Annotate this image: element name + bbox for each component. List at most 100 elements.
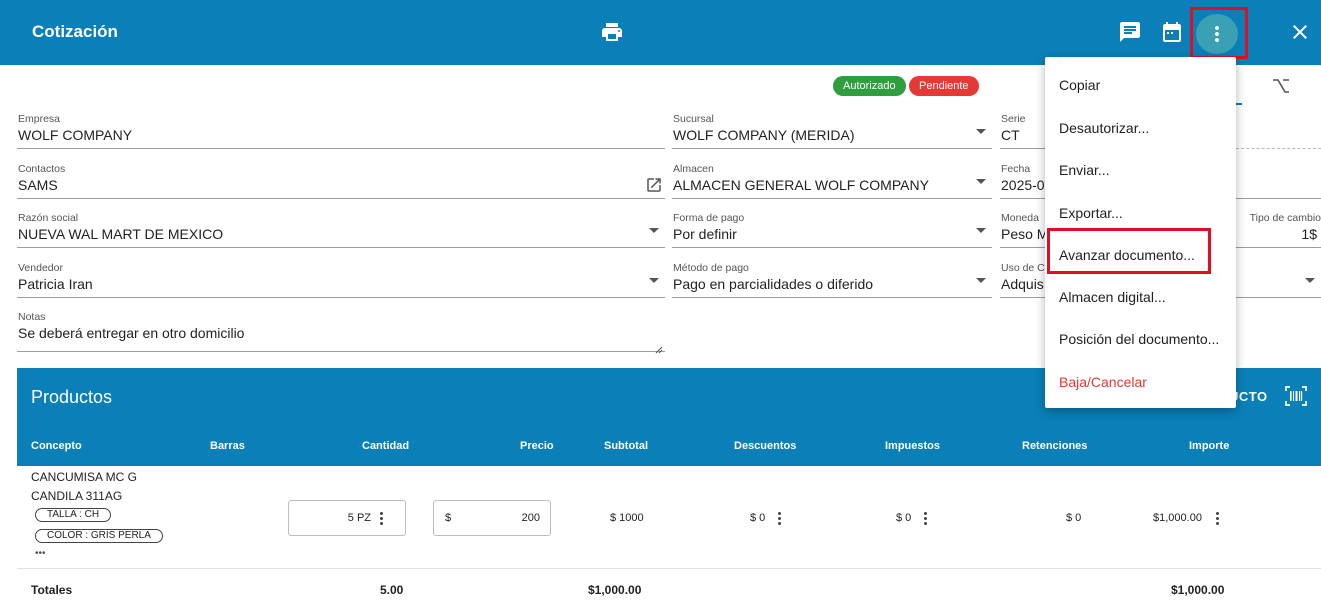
sucursal-label: Sucursal bbox=[673, 113, 714, 125]
totals-label: Totales bbox=[31, 583, 73, 597]
contactos-value: SAMS bbox=[18, 177, 58, 193]
menu-item-almacen-digital[interactable]: Almacen digital... bbox=[1059, 289, 1166, 305]
almacen-label: Almacen bbox=[673, 163, 714, 175]
tipo-cambio-field[interactable]: Tipo de cambio 1$ bbox=[1236, 212, 1321, 248]
almacen-select[interactable]: Almacen ALMACEN GENERAL WOLF COMPANY bbox=[672, 163, 992, 199]
col-barras[interactable]: Barras bbox=[210, 440, 245, 452]
metodo-pago-label: Método de pago bbox=[673, 262, 749, 274]
metodo-pago-select[interactable]: Método de pago Pago en parcialidades o d… bbox=[672, 262, 992, 298]
tipo-cambio-label: Tipo de cambio bbox=[1249, 212, 1321, 224]
menu-item-copiar[interactable]: Copiar bbox=[1059, 77, 1100, 93]
vendedor-label: Vendedor bbox=[18, 262, 63, 274]
attribute-chip-talla: TALLA : CH bbox=[35, 508, 112, 522]
almacen-value: ALMACEN GENERAL WOLF COMPANY bbox=[673, 177, 929, 193]
page-title: Cotización bbox=[32, 22, 118, 41]
fecha-field[interactable]: Fecha 2025-0 bbox=[1000, 163, 1045, 199]
moneda-select[interactable]: Moneda Peso M bbox=[1000, 212, 1049, 248]
razon-social-select[interactable]: Razón social NUEVA WAL MART DE MEXICO bbox=[17, 212, 665, 248]
menu-item-desautorizar[interactable]: Desautorizar... bbox=[1059, 120, 1149, 136]
serie-field[interactable]: Serie CT bbox=[1000, 113, 1045, 149]
impuestos-more-icon[interactable] bbox=[924, 512, 928, 526]
tab-indicator bbox=[1236, 103, 1242, 105]
chevron-down-icon bbox=[976, 278, 986, 283]
col-impuestos[interactable]: Impuestos bbox=[885, 440, 940, 452]
notas-value: Se deberá entregar en otro domicilio bbox=[18, 325, 245, 341]
quantity-input[interactable]: 5 PZ bbox=[288, 500, 406, 536]
forma-pago-label: Forma de pago bbox=[673, 212, 745, 224]
fecha-extension bbox=[1236, 163, 1321, 199]
totals-importe: $1,000.00 bbox=[1171, 583, 1225, 597]
menu-item-enviar[interactable]: Enviar... bbox=[1059, 162, 1110, 178]
col-descuentos[interactable]: Descuentos bbox=[734, 440, 796, 452]
contactos-field[interactable]: Contactos SAMS bbox=[17, 163, 665, 199]
open-external-icon[interactable] bbox=[645, 176, 663, 194]
retenciones-value: $ 0 bbox=[1066, 512, 1082, 524]
price-value: 200 bbox=[521, 512, 540, 524]
uso-cfdi-value: Adquis bbox=[1001, 276, 1044, 292]
more-vert-icon[interactable] bbox=[380, 512, 384, 526]
col-cantidad[interactable]: Cantidad bbox=[362, 440, 409, 452]
more-options-button[interactable] bbox=[1196, 14, 1238, 54]
totals-subtotal: $1,000.00 bbox=[588, 583, 642, 597]
uso-cfdi-label: Uso de Cl bbox=[1001, 262, 1048, 274]
more-attributes-icon[interactable]: ••• bbox=[35, 548, 46, 559]
tipo-cambio-value: 1$ bbox=[1301, 226, 1317, 242]
comment-icon[interactable] bbox=[1118, 20, 1142, 44]
dashed-divider bbox=[1236, 148, 1321, 149]
serie-value: CT bbox=[1001, 127, 1020, 143]
forma-pago-value: Por definir bbox=[673, 226, 737, 242]
menu-item-avanzar-documento[interactable]: Avanzar documento... bbox=[1059, 247, 1195, 263]
chevron-down-icon bbox=[1305, 278, 1315, 283]
menu-item-posicion-documento[interactable]: Posición del documento... bbox=[1059, 331, 1219, 347]
menu-item-baja-cancelar[interactable]: Baja/Cancelar bbox=[1059, 374, 1147, 390]
pending-badge: Pendiente bbox=[909, 76, 979, 96]
notas-textarea[interactable]: Notas Se deberá entregar en otro domicil… bbox=[17, 311, 665, 354]
impuestos-value: $ 0 bbox=[896, 512, 912, 524]
resize-handle-icon[interactable] bbox=[655, 341, 663, 354]
empresa-value: WOLF COMPANY bbox=[18, 127, 133, 143]
close-icon[interactable] bbox=[1288, 20, 1312, 44]
chevron-down-icon bbox=[976, 179, 986, 184]
uso-cfdi-select[interactable]: Uso de Cl Adquis bbox=[1000, 262, 1048, 298]
products-title: Productos bbox=[31, 387, 113, 407]
notas-label: Notas bbox=[18, 311, 46, 323]
print-icon[interactable] bbox=[600, 20, 624, 44]
col-importe[interactable]: Importe bbox=[1189, 440, 1229, 452]
contactos-label: Contactos bbox=[18, 163, 66, 175]
vendedor-value: Patricia Iran bbox=[18, 276, 93, 292]
fecha-value: 2025-0 bbox=[1001, 177, 1045, 193]
importe-value: $1,000.00 bbox=[1153, 512, 1202, 524]
chevron-down-icon bbox=[976, 228, 986, 233]
razon-social-value: NUEVA WAL MART DE MEXICO bbox=[18, 226, 224, 242]
barcode-scan-icon[interactable] bbox=[1285, 386, 1307, 406]
empresa-label: Empresa bbox=[18, 113, 61, 125]
col-subtotal[interactable]: Subtotal bbox=[604, 440, 648, 452]
uso-cfdi-extension[interactable] bbox=[1236, 262, 1321, 298]
moneda-value: Peso M bbox=[1001, 226, 1049, 242]
descuentos-value: $ 0 bbox=[750, 512, 766, 524]
chevron-down-icon bbox=[649, 278, 659, 283]
calendar-icon[interactable] bbox=[1160, 20, 1184, 44]
app-header: Cotización bbox=[0, 0, 1321, 65]
option-key-icon[interactable] bbox=[1270, 76, 1292, 96]
row-divider bbox=[17, 568, 1321, 569]
totals-cantidad: 5.00 bbox=[380, 583, 404, 597]
empresa-field[interactable]: Empresa WOLF COMPANY bbox=[17, 113, 665, 149]
importe-more-icon[interactable] bbox=[1216, 512, 1220, 526]
col-retenciones[interactable]: Retenciones bbox=[1022, 440, 1087, 452]
subtotal-value: $ 1000 bbox=[610, 512, 644, 524]
chevron-down-icon bbox=[976, 129, 986, 134]
forma-pago-select[interactable]: Forma de pago Por definir bbox=[672, 212, 992, 248]
vendedor-select[interactable]: Vendedor Patricia Iran bbox=[17, 262, 665, 298]
descuentos-more-icon[interactable] bbox=[778, 512, 782, 526]
fecha-label: Fecha bbox=[1001, 163, 1031, 175]
sucursal-select[interactable]: Sucursal WOLF COMPANY (MERIDA) bbox=[672, 113, 992, 149]
price-input[interactable]: $ 200 bbox=[433, 500, 551, 536]
col-precio[interactable]: Precio bbox=[520, 440, 554, 452]
product-name-line1: CANCUMISA MC G bbox=[31, 470, 138, 484]
col-concepto[interactable]: Concepto bbox=[31, 440, 82, 452]
serie-label: Serie bbox=[1001, 113, 1026, 125]
menu-item-exportar[interactable]: Exportar... bbox=[1059, 205, 1123, 221]
quantity-value: 5 PZ bbox=[347, 512, 371, 524]
sucursal-value: WOLF COMPANY (MERIDA) bbox=[673, 127, 855, 143]
